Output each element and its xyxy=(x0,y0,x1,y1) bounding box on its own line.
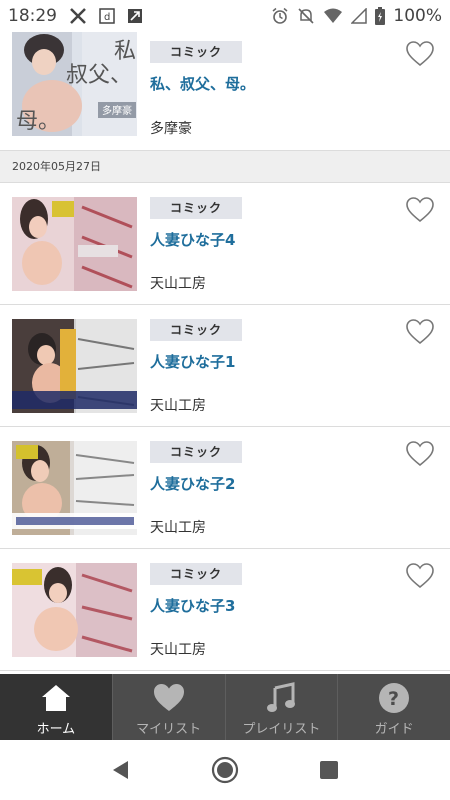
nav-home[interactable]: ホーム xyxy=(0,674,113,740)
recents-icon[interactable] xyxy=(312,753,346,787)
work-author[interactable]: 天山工房 xyxy=(150,395,206,415)
list-item[interactable]: コミック 人妻ひな子3 天山工房 xyxy=(0,549,450,671)
battery-icon xyxy=(375,7,386,25)
work-title[interactable]: 私、叔父、母。 xyxy=(150,73,255,94)
nav-playlist[interactable]: プレイリスト xyxy=(226,674,339,740)
cover-image[interactable] xyxy=(12,319,137,413)
list-item[interactable]: コミック 人妻ひな子2 天山工房 xyxy=(0,427,450,549)
cover-author: 多摩豪 xyxy=(102,104,132,117)
cover-image[interactable]: 私、 叔父、 母。 多摩豪 xyxy=(12,32,137,136)
nav-playlist-label: プレイリスト xyxy=(242,722,321,737)
favorite-heart-icon[interactable] xyxy=(406,563,434,589)
work-author[interactable]: 天山工房 xyxy=(150,517,206,537)
work-title[interactable]: 人妻ひな子3 xyxy=(150,595,235,616)
nav-guide[interactable]: ? ガイド xyxy=(338,674,450,740)
home-circle-icon[interactable] xyxy=(208,753,242,787)
list-item[interactable]: 私、 叔父、 母。 多摩豪 コミック 私、叔父、母。 多摩豪 xyxy=(0,32,450,151)
wifi-icon xyxy=(323,7,343,25)
favorite-heart-icon[interactable] xyxy=(406,441,434,467)
date-header: 2020年05月27日 xyxy=(0,151,450,183)
nav-mylist[interactable]: マイリスト xyxy=(113,674,226,740)
nav-guide-label: ガイド xyxy=(374,722,414,737)
category-badge: コミック xyxy=(150,197,242,219)
mute-icon xyxy=(297,7,315,25)
system-nav xyxy=(0,740,450,800)
status-time: 18:29 xyxy=(8,6,57,26)
category-badge: コミック xyxy=(150,441,242,463)
battery-percent: 100% xyxy=(393,6,442,26)
cover-image[interactable] xyxy=(12,197,137,291)
music-note-icon xyxy=(265,682,297,714)
favorite-heart-icon[interactable] xyxy=(406,319,434,345)
favorite-heart-icon[interactable] xyxy=(406,41,434,67)
svg-text:?: ? xyxy=(388,688,399,710)
back-icon[interactable] xyxy=(104,753,138,787)
x-icon xyxy=(69,7,87,25)
work-author[interactable]: 多摩豪 xyxy=(150,118,192,138)
work-title[interactable]: 人妻ひな子4 xyxy=(150,229,235,250)
category-badge: コミック xyxy=(150,41,242,63)
alarm-icon xyxy=(271,7,289,25)
list-item[interactable]: コミック 人妻ひな子1 天山工房 xyxy=(0,305,450,427)
work-title[interactable]: 人妻ひな子2 xyxy=(150,473,235,494)
works-list[interactable]: 私、 叔父、 母。 多摩豪 コミック 私、叔父、母。 多摩豪 2020年05月2… xyxy=(0,32,450,674)
cover-image[interactable] xyxy=(12,563,137,657)
d-app-icon: d xyxy=(99,8,115,24)
cover-title-line-1: 私、 xyxy=(114,39,137,64)
svg-text:d: d xyxy=(104,12,110,23)
cover-title-line-2: 叔父、 xyxy=(66,63,132,88)
tool-icon xyxy=(127,8,143,24)
heart-icon xyxy=(153,682,185,714)
cover-image[interactable] xyxy=(12,441,137,535)
work-author[interactable]: 天山工房 xyxy=(150,639,206,659)
work-author[interactable]: 天山工房 xyxy=(150,273,206,293)
home-icon xyxy=(40,682,72,714)
bottom-nav: ホーム マイリスト プレイリスト ? ガイド xyxy=(0,674,450,740)
category-badge: コミック xyxy=(150,563,242,585)
nav-mylist-label: マイリスト xyxy=(136,722,202,737)
status-bar: 18:29 d 100% xyxy=(0,0,450,32)
category-badge: コミック xyxy=(150,319,242,341)
favorite-heart-icon[interactable] xyxy=(406,197,434,223)
work-title[interactable]: 人妻ひな子1 xyxy=(150,351,235,372)
signal-icon xyxy=(351,8,368,24)
cover-title-line-3: 母。 xyxy=(16,109,60,134)
list-item[interactable]: コミック 人妻ひな子4 天山工房 xyxy=(0,183,450,305)
nav-home-label: ホーム xyxy=(36,722,76,737)
help-icon: ? xyxy=(378,682,410,714)
